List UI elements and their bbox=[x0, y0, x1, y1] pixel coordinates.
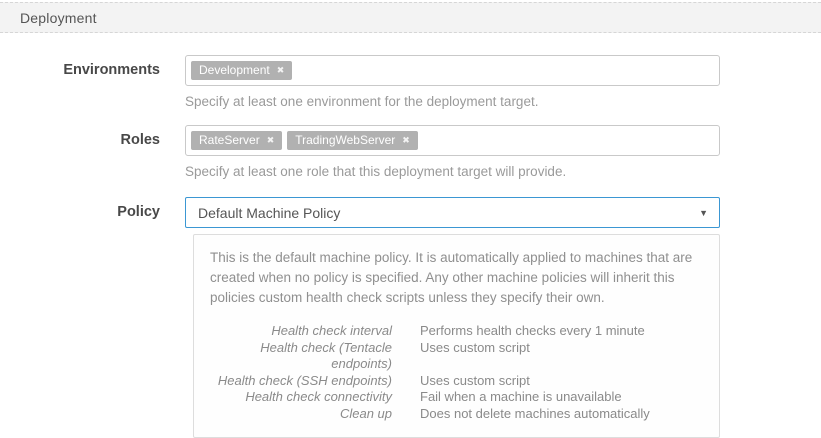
policy-row: Policy Default Machine Policy ▼ This is … bbox=[0, 197, 821, 438]
remove-tag-icon[interactable]: ✖ bbox=[277, 65, 285, 75]
deployment-settings-page: Deployment Environments Development ✖ Sp… bbox=[0, 2, 821, 438]
policy-select-value: Default Machine Policy bbox=[198, 204, 341, 221]
policy-select[interactable]: Default Machine Policy ▼ bbox=[185, 197, 720, 228]
environments-input[interactable]: Development ✖ bbox=[185, 55, 720, 86]
environments-control: Development ✖ Specify at least one envir… bbox=[185, 55, 720, 109]
policy-detail-row: Clean up Does not delete machines automa… bbox=[210, 406, 703, 423]
remove-tag-icon[interactable]: ✖ bbox=[402, 135, 410, 145]
environments-row: Environments Development ✖ Specify at le… bbox=[0, 55, 821, 109]
policy-detail-list: Health check interval Performs health ch… bbox=[210, 323, 703, 423]
policy-detail-row: Health check (Tentacle endpoints) Uses c… bbox=[210, 340, 703, 373]
role-tag-label: RateServer bbox=[199, 133, 260, 147]
policy-description-text: This is the default machine policy. It i… bbox=[210, 250, 693, 305]
policy-label: Policy bbox=[117, 204, 160, 220]
policy-control: Default Machine Policy ▼ This is the def… bbox=[185, 197, 720, 438]
roles-input[interactable]: RateServer ✖ TradingWebServer ✖ bbox=[185, 125, 720, 156]
environments-label: Environments bbox=[63, 62, 160, 78]
policy-detail-row: Health check (SSH endpoints) Uses custom… bbox=[210, 373, 703, 390]
role-tag: TradingWebServer ✖ bbox=[287, 131, 418, 150]
detail-value: Performs health checks every 1 minute bbox=[420, 322, 645, 338]
detail-name: Health check (SSH endpoints) bbox=[217, 372, 392, 388]
roles-control: RateServer ✖ TradingWebServer ✖ Specify … bbox=[185, 125, 720, 179]
policy-detail-row: Health check interval Performs health ch… bbox=[210, 323, 703, 340]
role-tag-label: TradingWebServer bbox=[295, 133, 396, 147]
detail-value: Does not delete machines automatically bbox=[420, 405, 650, 421]
detail-name: Clean up bbox=[339, 405, 392, 421]
detail-name: Health check connectivity bbox=[245, 389, 392, 405]
policy-detail-row: Health check connectivity Fail when a ma… bbox=[210, 389, 703, 406]
policy-description-panel: This is the default machine policy. It i… bbox=[193, 234, 720, 438]
role-tag: RateServer ✖ bbox=[191, 131, 283, 150]
section-title: Deployment bbox=[20, 9, 97, 26]
environment-tag: Development ✖ bbox=[191, 61, 293, 80]
environment-tag-label: Development bbox=[199, 63, 270, 77]
detail-name: Health check interval bbox=[271, 322, 392, 338]
deployment-form: Environments Development ✖ Specify at le… bbox=[0, 33, 821, 438]
detail-value: Uses custom script bbox=[420, 339, 530, 355]
detail-value: Fail when a machine is unavailable bbox=[420, 389, 622, 405]
roles-row: Roles RateServer ✖ TradingWebServer ✖ Sp… bbox=[0, 125, 821, 179]
environments-help-text: Specify at least one environment for the… bbox=[185, 94, 539, 109]
roles-help-text: Specify at least one role that this depl… bbox=[185, 164, 567, 179]
roles-label: Roles bbox=[120, 132, 161, 148]
remove-tag-icon[interactable]: ✖ bbox=[267, 135, 275, 145]
dropdown-arrow-icon: ▼ bbox=[699, 207, 708, 218]
detail-value: Uses custom script bbox=[420, 372, 530, 388]
section-header: Deployment bbox=[0, 2, 821, 33]
detail-name: Health check (Tentacle endpoints) bbox=[260, 339, 392, 372]
